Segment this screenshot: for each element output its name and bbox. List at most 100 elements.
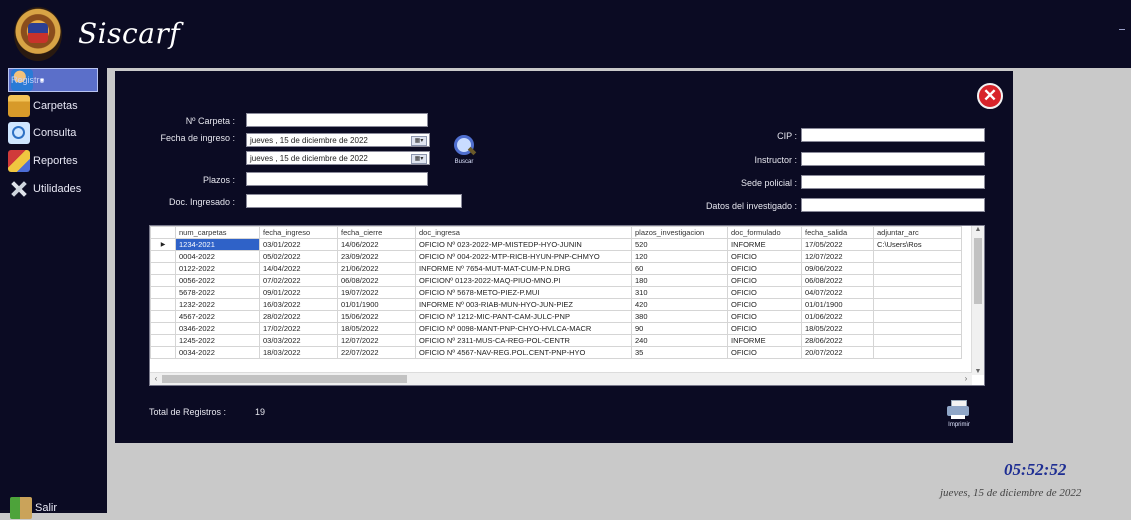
table-cell[interactable]: OFICIO bbox=[727, 262, 802, 275]
table-row[interactable]: ▶ 1234-2021 03/01/2022 14/06/2022 OFICIO Nº … bbox=[150, 238, 962, 251]
table-cell[interactable]: 22/07/2022 bbox=[337, 346, 416, 359]
table-row[interactable]: 0056-2022 07/02/2022 06/08/2022 OFICIONº 01… bbox=[150, 274, 962, 287]
sidebar-item-carpetas[interactable]: Carpetas bbox=[8, 94, 78, 118]
column-header[interactable]: doc_ingresa bbox=[415, 226, 632, 239]
column-header[interactable]: num_carpetas bbox=[175, 226, 260, 239]
table-cell[interactable]: 1234-2021 bbox=[175, 238, 260, 251]
table-cell[interactable]: 180 bbox=[631, 274, 728, 287]
table-cell[interactable]: 09/06/2022 bbox=[801, 262, 874, 275]
table-cell[interactable]: OFICIO bbox=[727, 310, 802, 323]
table-cell[interactable]: 20/07/2022 bbox=[801, 346, 874, 359]
table-cell[interactable]: 520 bbox=[631, 238, 728, 251]
table-cell[interactable] bbox=[873, 262, 962, 275]
fecha-desde-picker[interactable]: jueves , 15 de diciembre de 2022 ▦▾ bbox=[246, 133, 430, 147]
table-cell[interactable]: 60 bbox=[631, 262, 728, 275]
table-cell[interactable]: 420 bbox=[631, 298, 728, 311]
table-cell[interactable]: 14/04/2022 bbox=[259, 262, 338, 275]
table-cell[interactable]: 03/01/2022 bbox=[259, 238, 338, 251]
column-header[interactable]: fecha_salida bbox=[801, 226, 874, 239]
row-header[interactable] bbox=[150, 286, 176, 299]
horizontal-scrollbar[interactable]: ‹ › bbox=[150, 372, 972, 385]
scrollbar-thumb[interactable] bbox=[974, 238, 982, 304]
table-cell[interactable]: 240 bbox=[631, 334, 728, 347]
table-cell[interactable]: OFICIO bbox=[727, 346, 802, 359]
table-cell[interactable]: OFICIO Nº 023-2022-MP-MISTEDP-HYO-JUNIN bbox=[415, 238, 632, 251]
table-cell[interactable]: OFICIO Nº 0098-MANT-PNP-CHYO-HVLCA-MACR bbox=[415, 322, 632, 335]
table-cell[interactable]: OFICIO bbox=[727, 274, 802, 287]
scrollbar-thumb[interactable] bbox=[162, 375, 407, 383]
vertical-scrollbar[interactable]: ▲ ▼ bbox=[971, 226, 984, 375]
table-cell[interactable]: 19/07/2022 bbox=[337, 286, 416, 299]
table-cell[interactable]: 06/08/2022 bbox=[337, 274, 416, 287]
scroll-left-icon[interactable]: ‹ bbox=[150, 373, 162, 385]
table-cell[interactable]: 01/06/2022 bbox=[801, 310, 874, 323]
doc-ingresado-input[interactable] bbox=[246, 194, 462, 208]
calendar-dropdown-icon[interactable]: ▦▾ bbox=[411, 154, 427, 164]
table-cell[interactable]: 17/05/2022 bbox=[801, 238, 874, 251]
table-cell[interactable]: 0346-2022 bbox=[175, 322, 260, 335]
buscar-button[interactable]: Buscar bbox=[444, 133, 480, 169]
imprimir-button[interactable]: Imprimir bbox=[941, 398, 977, 432]
table-cell[interactable]: OFICIO bbox=[727, 298, 802, 311]
table-cell[interactable]: INFORME bbox=[727, 334, 802, 347]
table-row[interactable]: 1232-2022 16/03/2022 01/01/1900 INFORME Nº … bbox=[150, 298, 962, 311]
row-header[interactable] bbox=[150, 322, 176, 335]
row-header[interactable] bbox=[150, 334, 176, 347]
table-cell[interactable]: 120 bbox=[631, 250, 728, 263]
table-row[interactable]: 0122-2022 14/04/2022 21/06/2022 INFORME Nº … bbox=[150, 262, 962, 275]
scroll-up-icon[interactable]: ▲ bbox=[972, 226, 984, 233]
column-header[interactable]: fecha_ingreso bbox=[259, 226, 338, 239]
table-cell[interactable]: OFICIONº 0123-2022-MAQ-PIUO-MNO.PI bbox=[415, 274, 632, 287]
fecha-hasta-picker[interactable]: jueves , 15 de diciembre de 2022 ▦▾ bbox=[246, 151, 430, 165]
table-row[interactable]: 4567-2022 28/02/2022 15/06/2022 OFICIO Nº 1… bbox=[150, 310, 962, 323]
table-cell[interactable]: C:\Users\Ros bbox=[873, 238, 962, 251]
table-cell[interactable]: OFICIO Nº 2311-MUS-CA-REG-POL-CENTR bbox=[415, 334, 632, 347]
sidebar-item-registro[interactable]: Registro ▾ bbox=[8, 68, 98, 92]
table-cell[interactable]: 07/02/2022 bbox=[259, 274, 338, 287]
row-header[interactable] bbox=[150, 274, 176, 287]
row-header[interactable] bbox=[150, 298, 176, 311]
table-cell[interactable]: 06/08/2022 bbox=[801, 274, 874, 287]
column-header[interactable]: adjuntar_arc bbox=[873, 226, 962, 239]
row-header[interactable] bbox=[150, 310, 176, 323]
table-cell[interactable]: 16/03/2022 bbox=[259, 298, 338, 311]
table-cell[interactable]: OFICIO bbox=[727, 286, 802, 299]
sidebar-item-utilidades[interactable]: Utilidades bbox=[8, 177, 81, 201]
sidebar-item-reportes[interactable]: Reportes bbox=[8, 149, 78, 173]
table-cell[interactable] bbox=[873, 250, 962, 263]
table-cell[interactable]: 14/06/2022 bbox=[337, 238, 416, 251]
sede-policial-input[interactable] bbox=[801, 175, 985, 189]
table-cell[interactable]: 12/07/2022 bbox=[337, 334, 416, 347]
table-cell[interactable]: 28/02/2022 bbox=[259, 310, 338, 323]
table-cell[interactable]: OFICIO Nº 5678-METO-PIEZ-P.MUI bbox=[415, 286, 632, 299]
close-button[interactable]: ✕ bbox=[977, 83, 1003, 109]
table-cell[interactable]: 09/01/2022 bbox=[259, 286, 338, 299]
sidebar-item-consulta[interactable]: Consulta bbox=[8, 121, 76, 145]
table-cell[interactable]: 01/01/1900 bbox=[337, 298, 416, 311]
table-cell[interactable]: 23/09/2022 bbox=[337, 250, 416, 263]
table-cell[interactable] bbox=[873, 310, 962, 323]
table-cell[interactable] bbox=[873, 346, 962, 359]
table-cell[interactable]: OFICIO bbox=[727, 322, 802, 335]
plazos-input[interactable] bbox=[246, 172, 428, 186]
datos-investigado-input[interactable] bbox=[801, 198, 985, 212]
carpeta-input[interactable] bbox=[246, 113, 428, 127]
table-cell[interactable]: OFICIO Nº 004-2022-MTP-RICB-HYUN-PNP-CHM… bbox=[415, 250, 632, 263]
table-row[interactable]: 0004-2022 05/02/2022 23/09/2022 OFICIO Nº 0… bbox=[150, 250, 962, 263]
current-row-indicator-icon[interactable]: ▶ bbox=[150, 238, 176, 251]
minimize-icon[interactable] bbox=[1119, 29, 1125, 30]
records-grid[interactable]: num_carpetas fecha_ingreso fecha_cierre … bbox=[149, 225, 985, 386]
column-header[interactable]: doc_formulado bbox=[727, 226, 802, 239]
table-cell[interactable]: 0034-2022 bbox=[175, 346, 260, 359]
table-cell[interactable]: 17/02/2022 bbox=[259, 322, 338, 335]
table-cell[interactable]: 18/05/2022 bbox=[337, 322, 416, 335]
table-cell[interactable] bbox=[873, 286, 962, 299]
table-cell[interactable]: 0122-2022 bbox=[175, 262, 260, 275]
table-cell[interactable]: 0004-2022 bbox=[175, 250, 260, 263]
row-header[interactable] bbox=[150, 250, 176, 263]
table-row[interactable]: 1245-2022 03/03/2022 12/07/2022 OFICIO Nº 2… bbox=[150, 334, 962, 347]
exit-button[interactable]: Salir bbox=[10, 496, 57, 520]
row-header[interactable] bbox=[150, 262, 176, 275]
table-cell[interactable]: 310 bbox=[631, 286, 728, 299]
table-cell[interactable]: INFORME bbox=[727, 238, 802, 251]
